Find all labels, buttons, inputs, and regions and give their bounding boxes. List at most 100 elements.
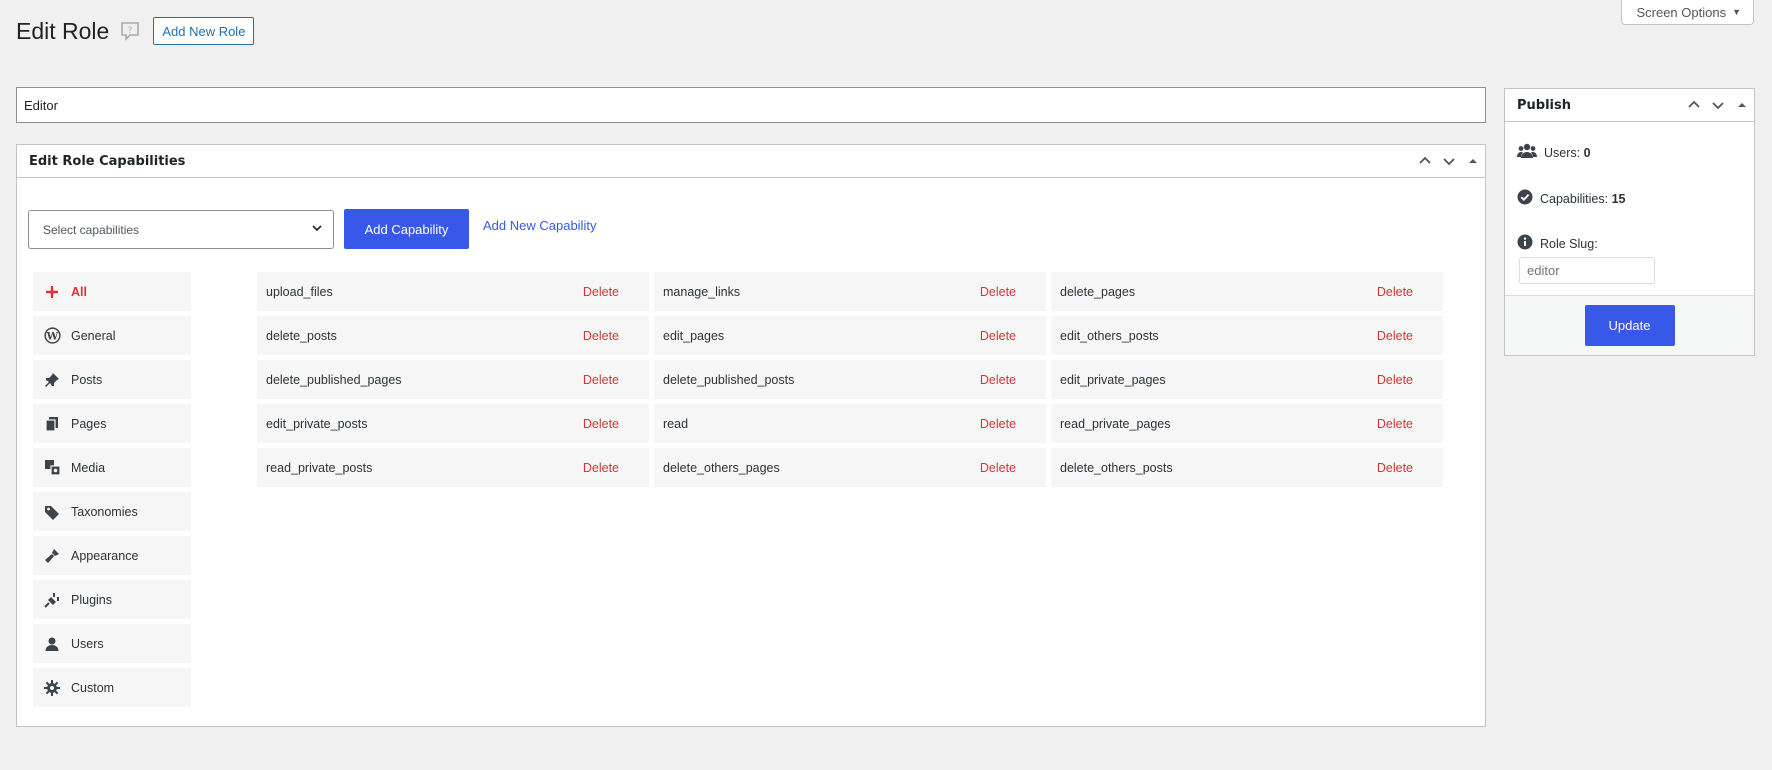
role-slug-row: Role Slug: [1517,234,1598,253]
delete-capability-link[interactable]: Delete [1377,417,1413,431]
delete-capability-link[interactable]: Delete [583,329,619,343]
edit-role-capabilities-box: Edit Role Capabilities Select capabiliti… [16,144,1486,727]
pages-icon [43,415,61,433]
capability-name: edit_others_posts [1060,328,1159,343]
group-item-custom[interactable]: Custom [33,668,191,707]
delete-capability-link[interactable]: Delete [583,461,619,475]
capability-name: delete_pages [1060,284,1136,299]
users-label: Users: [1544,145,1581,160]
group-label: All [71,284,87,299]
capability-item: delete_others_posts Delete [1051,448,1443,487]
delete-capability-link[interactable]: Delete [583,417,619,431]
delete-capability-link[interactable]: Delete [1377,373,1413,387]
group-item-appearance[interactable]: Appearance [33,536,191,575]
delete-capability-link[interactable]: Delete [1377,285,1413,299]
capability-item: read_private_posts Delete [257,448,649,487]
capability-name: upload_files [266,284,333,299]
capability-groups: All W General Posts Pages Media Taxonomi… [33,272,191,712]
delete-capability-link[interactable]: Delete [583,373,619,387]
capability-name: read [663,416,689,431]
capabilities-grid: upload_files Delete manage_links Delete de… [257,272,1446,487]
delete-capability-link[interactable]: Delete [583,285,619,299]
capabilities-count: 15 [1611,191,1626,206]
svg-text:W: W [45,330,58,342]
group-label: Appearance [71,548,139,563]
group-item-plugins[interactable]: Plugins [33,580,191,619]
gear-icon [43,679,61,697]
screen-options-label: Screen Options [1636,4,1727,20]
toggle-panel-icon[interactable] [1730,89,1754,122]
delete-capability-link[interactable]: Delete [980,285,1016,299]
delete-capability-link[interactable]: Delete [980,417,1016,431]
publish-actions: Update [1505,295,1754,355]
role-slug-input[interactable] [1519,257,1655,284]
capability-item: edit_private_pages Delete [1051,360,1443,399]
capability-name: delete_posts [266,328,337,343]
screen-options-button[interactable]: Screen Options ▼ [1621,0,1754,25]
group-label: Custom [71,680,115,695]
delete-capability-link[interactable]: Delete [1377,461,1413,475]
move-down-icon[interactable] [1437,145,1461,178]
select-capabilities-dropdown[interactable]: Select capabilities [28,210,334,249]
capability-item: read_private_pages Delete [1051,404,1443,443]
capability-name: delete_others_pages [663,460,780,475]
help-icon[interactable]: ? [119,20,141,42]
tag-icon [43,503,61,521]
wordpress-icon: W [43,327,61,345]
delete-capability-link[interactable]: Delete [980,329,1016,343]
publish-title: Publish [1517,97,1571,113]
group-item-media[interactable]: Media [33,448,191,487]
capability-name: edit_pages [663,328,725,343]
add-capability-button[interactable]: Add Capability [344,209,469,249]
chevron-down-icon [311,222,323,237]
plug-icon [43,591,61,609]
capability-item: delete_published_posts Delete [654,360,1046,399]
group-label: Posts [71,372,103,387]
group-item-general[interactable]: W General [33,316,191,355]
users-group-icon [1517,143,1537,162]
delete-capability-link[interactable]: Delete [980,461,1016,475]
group-label: Users [71,636,104,651]
delete-capability-link[interactable]: Delete [980,373,1016,387]
group-item-users[interactable]: Users [33,624,191,663]
group-item-taxonomies[interactable]: Taxonomies [33,492,191,531]
capability-name: read_private_pages [1060,416,1171,431]
users-count-row: Users: 0 [1517,143,1591,162]
group-label: General [71,328,116,343]
capability-item: edit_private_posts Delete [257,404,649,443]
capability-item: delete_pages Delete [1051,272,1443,311]
capability-item: delete_published_pages Delete [257,360,649,399]
user-icon [43,635,61,653]
capability-item: delete_others_pages Delete [654,448,1046,487]
group-label: Media [71,460,106,475]
capability-name: manage_links [663,284,741,299]
delete-capability-link[interactable]: Delete [1377,329,1413,343]
move-up-icon[interactable] [1413,145,1437,178]
handle-actions [1413,145,1485,177]
caret-down-icon: ▼ [1732,7,1741,17]
postbox-header: Publish [1505,89,1754,122]
select-capabilities-placeholder: Select capabilities [43,222,140,237]
move-up-icon[interactable] [1682,89,1706,122]
add-new-capability-link[interactable]: Add New Capability [483,218,596,233]
add-new-role-button[interactable]: Add New Role [153,17,255,45]
group-item-pages[interactable]: Pages [33,404,191,443]
capability-item: read Delete [654,404,1046,443]
capability-item: delete_posts Delete [257,316,649,355]
group-item-all[interactable]: All [33,272,191,311]
role-name-input[interactable] [16,87,1486,123]
toggle-panel-icon[interactable] [1461,145,1485,178]
info-icon [1517,234,1533,253]
capability-name: delete_published_pages [266,372,402,387]
handle-actions [1682,89,1754,121]
capabilities-count-row: Capabilities: 15 [1517,189,1625,208]
move-down-icon[interactable] [1706,89,1730,122]
role-slug-label: Role Slug: [1540,236,1598,251]
group-label: Taxonomies [71,504,138,519]
group-item-posts[interactable]: Posts [33,360,191,399]
check-circle-icon [1517,189,1533,208]
postbox-title: Edit Role Capabilities [29,153,186,169]
capability-name: delete_others_posts [1060,460,1173,475]
capability-name: edit_private_pages [1060,372,1166,387]
update-button[interactable]: Update [1584,305,1675,346]
